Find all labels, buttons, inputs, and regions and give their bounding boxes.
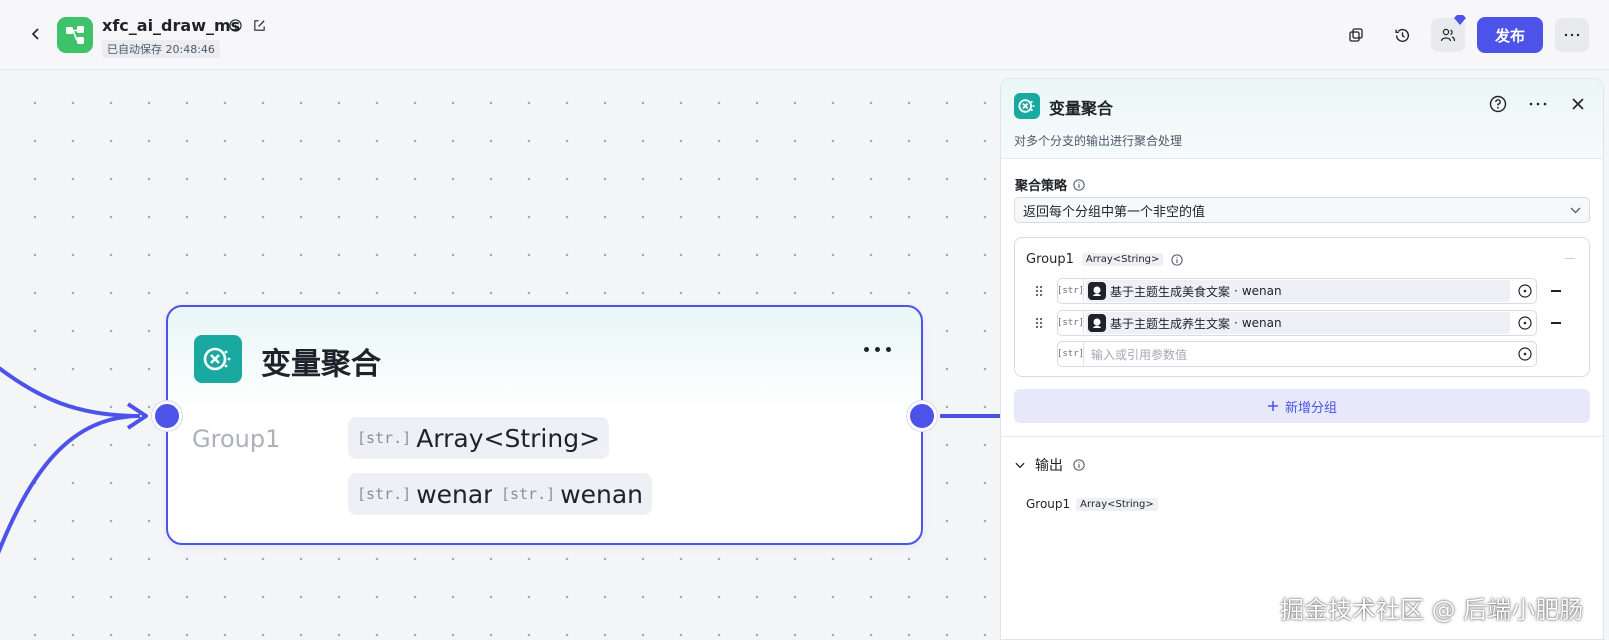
node-var-tag: [str.] wenan — [492, 473, 653, 515]
remove-variable-icon[interactable] — [1551, 322, 1561, 324]
watermark: 掘金技术社区 @ 后端小肥肠 — [1280, 596, 1584, 624]
string-type-icon: [str] — [1057, 342, 1084, 366]
output-variable: Group1 Array<String> — [1026, 497, 1158, 511]
incoming-edge-1 — [0, 366, 141, 418]
variable-row: [str] 基于主题生成养生文案 · wenan — [1029, 310, 1561, 336]
chevron-down-icon — [1015, 462, 1025, 468]
reference-chip: 基于主题生成养生文案 · wenan — [1086, 312, 1510, 334]
publish-button[interactable]: 发布 — [1477, 17, 1543, 53]
autosave-status: 已自动保存 20:48:46 — [102, 40, 220, 58]
edit-icon[interactable] — [251, 17, 267, 33]
drag-handle-icon[interactable] — [1029, 317, 1049, 329]
node-group-label: Group1 — [192, 425, 281, 453]
variable-reference-field[interactable]: [str] 基于主题生成养生文案 · wenan — [1057, 310, 1537, 336]
variable-row: [str] 基于主题生成美食文案 · wenan — [1029, 278, 1561, 304]
output-port[interactable] — [907, 401, 937, 431]
node-type-tag: [str.] Array<String> — [348, 417, 610, 459]
back-button[interactable] — [24, 22, 48, 46]
variable-aggregate-node[interactable]: 变量聚合 Group1 [str.] Array<String> [str.] … — [166, 305, 923, 545]
section-divider — [1001, 436, 1603, 437]
node-more-icon[interactable] — [864, 347, 891, 352]
output-name: Group1 — [1026, 497, 1071, 511]
variable-reference-field[interactable]: [str] 基于主题生成美食文案 · wenan — [1057, 278, 1537, 304]
add-group-button[interactable]: 新增分组 — [1014, 389, 1590, 423]
more-button[interactable] — [1555, 18, 1589, 52]
variable-row-empty: [str] 输入或引用参数值 — [1029, 341, 1537, 367]
group-type-tag: Array<String> — [1081, 253, 1164, 266]
collaborators-button[interactable] — [1431, 15, 1466, 52]
node-title: 变量聚合 — [261, 347, 381, 382]
node-config-panel: 变量聚合 对多个分支的输出进行聚合处理 聚合策略 返回每个分组中第一个非空的值 … — [1000, 78, 1604, 640]
panel-title: 变量聚合 — [1049, 99, 1114, 118]
help-icon[interactable] — [1487, 93, 1509, 115]
output-type-tag: Array<String> — [1076, 497, 1158, 511]
group-collapse-icon[interactable] — [1565, 258, 1575, 259]
info-icon — [1073, 178, 1085, 191]
group-card: Group1 Array<String> [str] 基于主题生成美食文案 · we… — [1014, 237, 1590, 377]
input-port[interactable] — [152, 401, 182, 431]
string-type-icon: [str.] — [357, 429, 412, 447]
app-name: xfc_ai_draw_ms — [102, 16, 241, 35]
copy-icon — [1349, 28, 1363, 42]
panel-header: 变量聚合 对多个分支的输出进行聚合处理 — [1001, 79, 1603, 159]
variable-picker-icon[interactable] — [1514, 347, 1536, 361]
history-button[interactable] — [1385, 18, 1419, 52]
strategy-label: 聚合策略 — [1015, 175, 1085, 194]
string-type-icon: [str] — [1057, 279, 1084, 303]
panel-description: 对多个分支的输出进行聚合处理 — [1014, 134, 1183, 148]
string-type-icon: [str] — [1057, 311, 1084, 335]
chevron-down-icon — [1570, 207, 1581, 213]
copy-button[interactable] — [1339, 18, 1373, 52]
workflow-logo-icon — [57, 17, 93, 53]
llm-node-icon — [1088, 282, 1106, 300]
panel-more-icon[interactable] — [1527, 93, 1549, 115]
info-icon[interactable] — [227, 17, 243, 33]
history-icon — [1394, 28, 1409, 42]
ellipsis-icon — [1564, 33, 1580, 37]
drag-handle-icon[interactable] — [1029, 285, 1049, 297]
close-icon[interactable] — [1567, 93, 1589, 115]
aggregate-icon — [1014, 93, 1040, 119]
premium-badge-icon — [1454, 15, 1466, 25]
workflow-canvas[interactable]: 变量聚合 Group1 [str.] Array<String> [str.] … — [0, 71, 1000, 640]
variable-input-field[interactable]: [str] 输入或引用参数值 — [1057, 341, 1537, 367]
aggregate-icon — [194, 335, 242, 383]
string-type-icon: [str.] — [501, 485, 556, 503]
reference-chip: 基于主题生成美食文案 · wenan — [1086, 280, 1510, 302]
top-header: xfc_ai_draw_ms 已自动保存 20:48:46 发布 — [0, 0, 1609, 70]
info-icon — [1073, 459, 1085, 471]
group-name: Group1 — [1026, 252, 1074, 267]
users-icon — [1440, 28, 1456, 42]
info-icon — [1171, 253, 1184, 266]
string-type-icon: [str.] — [357, 485, 412, 503]
plus-icon — [1267, 401, 1278, 411]
variable-picker-icon[interactable] — [1514, 284, 1536, 298]
node-var-tag: [str.] wenan — [348, 473, 509, 515]
incoming-edge-2 — [0, 414, 141, 554]
variable-picker-icon[interactable] — [1514, 316, 1536, 330]
input-placeholder: 输入或引用参数值 — [1091, 347, 1188, 362]
remove-variable-icon[interactable] — [1551, 290, 1561, 292]
strategy-select[interactable]: 返回每个分组中第一个非空的值 — [1014, 197, 1590, 223]
llm-node-icon — [1088, 314, 1106, 332]
chevron-left-icon — [31, 28, 39, 40]
output-section-toggle[interactable]: 输出 — [1015, 455, 1085, 475]
